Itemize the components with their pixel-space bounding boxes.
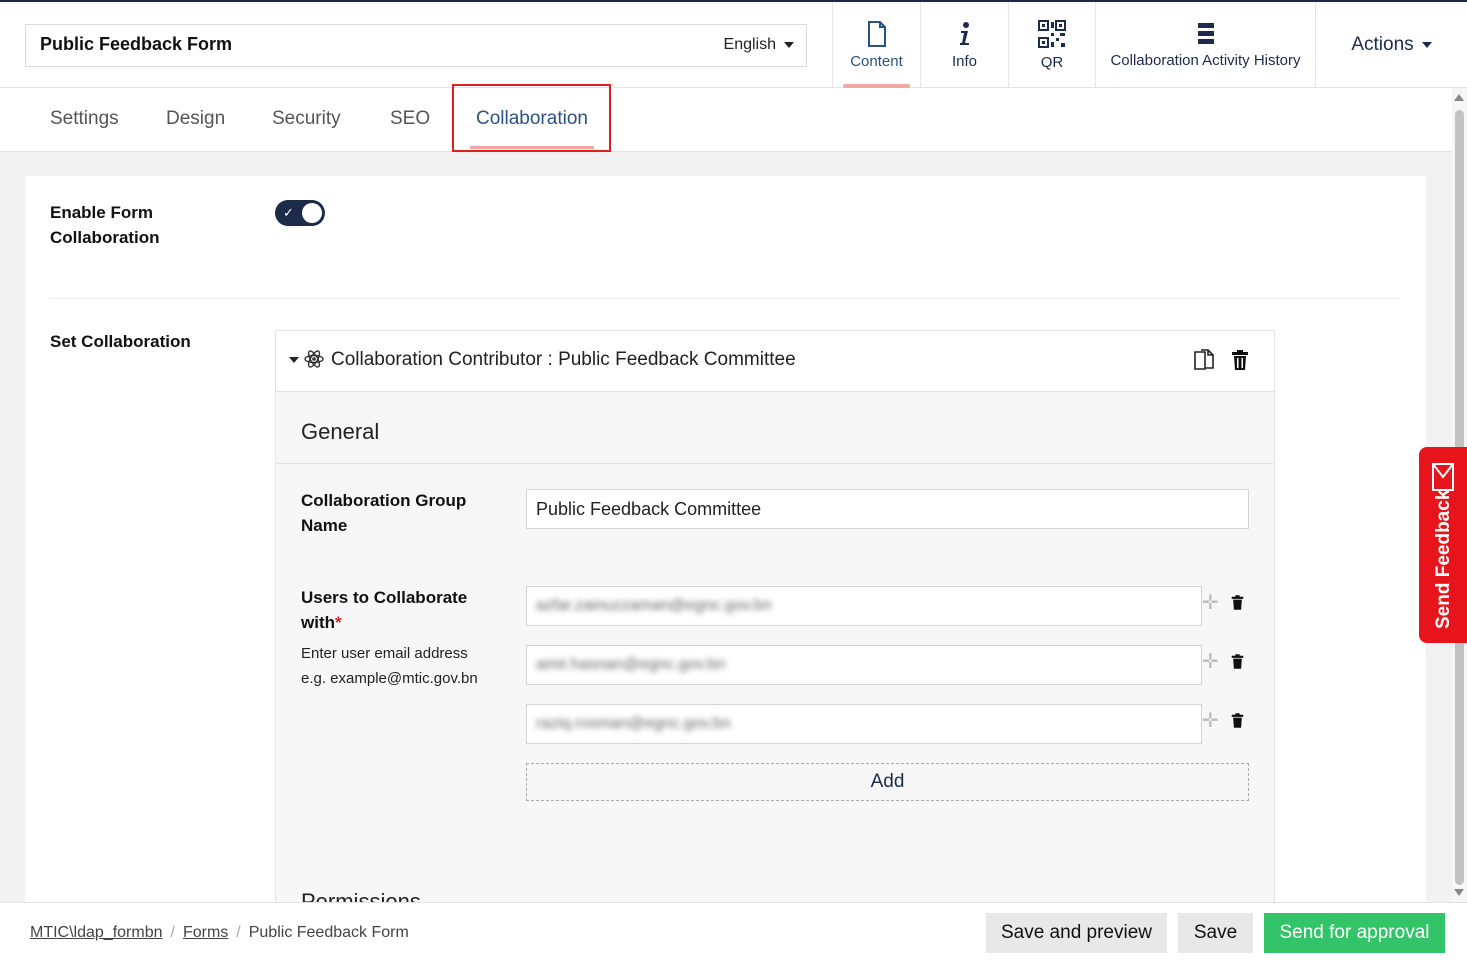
scroll-down-icon[interactable] xyxy=(1454,889,1464,896)
top-bar: Public Feedback Form English Content Inf… xyxy=(0,0,1467,88)
group-name-label: Collaboration Group Name xyxy=(301,491,467,535)
language-select[interactable]: English xyxy=(724,36,794,54)
language-label: English xyxy=(723,36,776,53)
collaboration-card: Collaboration Contributor : Public Feedb… xyxy=(275,330,1275,930)
actions-dropdown[interactable]: Actions xyxy=(1315,2,1467,88)
tab-bar: Settings Design Security SEO Collaborati… xyxy=(0,88,1452,152)
collaboration-card-title: Collaboration Contributor : Public Feedb… xyxy=(331,349,796,370)
set-collaboration-label: Set Collaboration xyxy=(50,332,191,351)
toggle-knob xyxy=(302,203,322,223)
user-email-input-3[interactable]: raziq.rosman@egnc.gov.bn xyxy=(526,704,1202,744)
user-email-input-1[interactable]: azfar.zainuzzaman@egnc.gov.bn xyxy=(526,586,1202,626)
footer-bar: MTIC\ldap_formbn / Forms / Public Feedba… xyxy=(0,902,1467,961)
breadcrumb-forms[interactable]: Forms xyxy=(183,924,228,942)
user-email-input-2[interactable]: amir.hasnan@egnc.gov.bn xyxy=(526,645,1202,685)
form-title-field[interactable]: Public Feedback Form English xyxy=(25,24,807,67)
tab-design[interactable]: Design xyxy=(166,108,225,130)
permissions-heading: Permissions xyxy=(301,889,421,903)
collaboration-card-header[interactable]: Collaboration Contributor : Public Feedb… xyxy=(276,331,1274,392)
caret-down-icon xyxy=(1421,42,1432,48)
document-icon xyxy=(867,20,886,47)
tab-settings[interactable]: Settings xyxy=(50,108,119,130)
trash-icon[interactable] xyxy=(1231,713,1244,728)
general-section-header: General xyxy=(276,393,1274,464)
breadcrumb-separator: / xyxy=(236,924,241,941)
trash-icon[interactable] xyxy=(1231,654,1244,669)
info-button[interactable]: Info xyxy=(920,2,1008,88)
collaboration-history-button[interactable]: Collaboration Activity History xyxy=(1095,2,1315,88)
enable-collaboration-toggle[interactable]: ✓ xyxy=(275,200,325,226)
actions-label: Actions xyxy=(1351,34,1414,55)
breadcrumb-separator: / xyxy=(170,924,175,941)
trash-icon[interactable] xyxy=(1231,595,1244,610)
group-name-value: Public Feedback Committee xyxy=(536,498,762,519)
help-text-1: Enter user email address xyxy=(301,645,468,662)
info-label: Info xyxy=(951,52,978,70)
collaboration-panel: Enable Form Collaboration ✓ Set Collabor… xyxy=(25,176,1426,930)
user-email-value: azfar.zainuzzaman@egnc.gov.bn xyxy=(536,597,772,614)
qr-label: QR xyxy=(1040,53,1064,71)
breadcrumb: MTIC\ldap_formbn / Forms / Public Feedba… xyxy=(30,924,409,942)
collaboration-history-label: Collaboration Activity History xyxy=(1110,51,1301,69)
atom-icon xyxy=(304,350,324,368)
breadcrumb-current: Public Feedback Form xyxy=(248,924,409,941)
send-feedback-label: Send Feedback xyxy=(1433,489,1454,629)
tab-security[interactable]: Security xyxy=(272,108,341,130)
breadcrumb-home[interactable]: MTIC\ldap_formbn xyxy=(30,924,163,942)
qr-button[interactable]: QR xyxy=(1008,2,1095,88)
mail-icon xyxy=(1432,463,1454,491)
add-user-button[interactable]: Add xyxy=(526,763,1249,801)
tab-seo[interactable]: SEO xyxy=(390,108,430,130)
collapse-caret-icon[interactable] xyxy=(289,357,299,363)
general-heading: General xyxy=(301,419,380,444)
group-name-input[interactable]: Public Feedback Committee xyxy=(526,489,1249,529)
user-email-value: raziq.rosman@egnc.gov.bn xyxy=(536,715,731,732)
info-icon xyxy=(959,21,969,45)
tab-highlight-box xyxy=(452,84,611,152)
content-button[interactable]: Content xyxy=(832,2,920,88)
send-for-approval-button[interactable]: Send for approval xyxy=(1264,913,1445,953)
save-button[interactable]: Save xyxy=(1178,913,1253,953)
required-mark: * xyxy=(335,613,342,632)
trash-icon[interactable] xyxy=(1231,350,1249,370)
user-email-value: amir.hasnan@egnc.gov.bn xyxy=(536,656,726,673)
qr-code-icon xyxy=(1038,19,1066,48)
users-label-text: Users to Collaborate with xyxy=(301,588,468,632)
drag-handle-icon[interactable]: ✛ xyxy=(1202,652,1219,672)
form-title: Public Feedback Form xyxy=(40,34,233,54)
divider xyxy=(50,298,1400,299)
help-text-2: e.g. example@mtic.gov.bn xyxy=(301,670,478,687)
users-label: Users to Collaborate with* xyxy=(301,585,476,635)
drag-handle-icon[interactable]: ✛ xyxy=(1202,711,1219,731)
check-icon: ✓ xyxy=(283,205,294,220)
enable-collaboration-label: Enable Form Collaboration xyxy=(50,203,160,247)
copy-icon[interactable] xyxy=(1193,349,1215,371)
send-feedback-tab[interactable]: Send Feedback xyxy=(1419,447,1467,643)
chevron-down-icon xyxy=(784,42,794,48)
scroll-up-icon[interactable] xyxy=(1454,94,1464,101)
list-icon xyxy=(1197,22,1214,44)
drag-handle-icon[interactable]: ✛ xyxy=(1202,593,1219,613)
save-and-preview-button[interactable]: Save and preview xyxy=(986,913,1167,953)
content-label: Content xyxy=(850,52,903,70)
